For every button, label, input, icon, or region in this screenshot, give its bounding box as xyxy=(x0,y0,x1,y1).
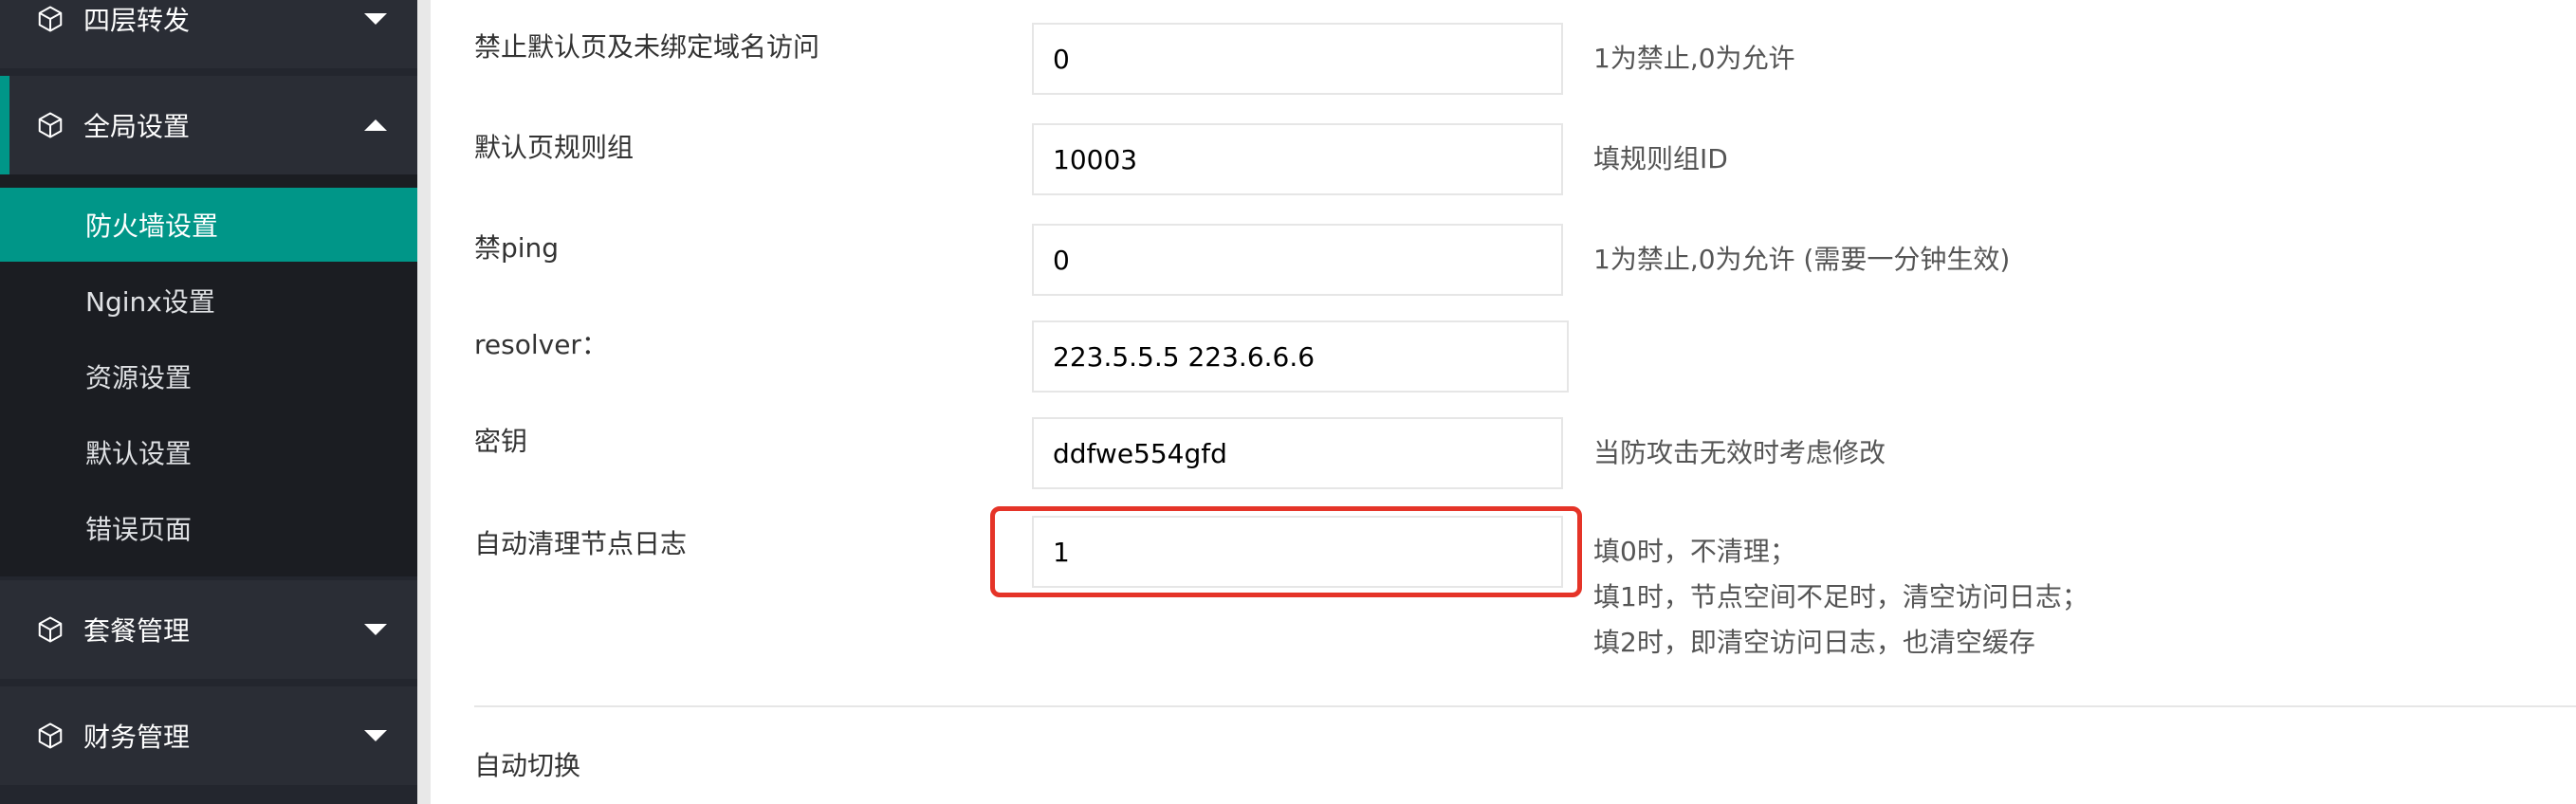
field-label: 自动清理节点日志 xyxy=(474,528,688,559)
sidebar-item-firewall[interactable]: 防火墙设置 xyxy=(0,188,417,262)
sidebar-group-packages[interactable]: 套餐管理 xyxy=(0,580,417,679)
highlight-annotation xyxy=(990,506,1582,597)
layout-gutter xyxy=(417,0,431,804)
sidebar-group-label: 套餐管理 xyxy=(83,615,191,647)
chevron-down-icon xyxy=(364,624,387,635)
sidebar-item-label: 防火墙设置 xyxy=(85,210,219,242)
field-hint-line: 填2时，即清空访问日志，也清空缓存 xyxy=(1593,627,2035,658)
sidebar-group-label: 全局设置 xyxy=(83,111,191,142)
field-hint-line: 填1时，节点空间不足时，清空访问日志； xyxy=(1593,581,2088,612)
sidebar-group-global-settings[interactable]: 全局设置 xyxy=(0,76,417,174)
settings-form: 禁止默认页及未绑定域名访问 1为禁止,0为允许 默认页规则组 填规则组ID 禁p… xyxy=(431,0,2576,804)
chevron-down-icon xyxy=(364,730,387,741)
sidebar-item-label: 资源设置 xyxy=(85,362,193,393)
block-ping-input[interactable] xyxy=(1032,224,1563,296)
sidebar-submenu: 防火墙设置 Nginx设置 资源设置 默认设置 错误页面 xyxy=(0,174,417,576)
active-indicator xyxy=(0,76,9,174)
sidebar-item-label: 错误页面 xyxy=(85,514,193,545)
resolver-input[interactable] xyxy=(1032,320,1569,393)
sidebar-item-defaults[interactable]: 默认设置 xyxy=(0,415,417,489)
field-label: resolver： xyxy=(474,329,608,360)
field-hint: 填规则组ID xyxy=(1593,143,1728,174)
field-hint: 1为禁止,0为允许 (需要一分钟生效) xyxy=(1593,244,2011,275)
secret-key-input[interactable] xyxy=(1032,417,1563,489)
cube-icon xyxy=(38,6,63,32)
field-label: 禁ping xyxy=(474,232,560,264)
default-rule-group-input[interactable] xyxy=(1032,123,1563,195)
section-title: 自动切换 xyxy=(474,750,581,781)
block-default-page-input[interactable] xyxy=(1032,23,1563,95)
field-label: 默认页规则组 xyxy=(474,132,635,163)
sidebar-item-nginx[interactable]: Nginx设置 xyxy=(0,264,417,338)
field-hint-line: 填0时，不清理； xyxy=(1593,536,1796,567)
sidebar-group-l4-forward[interactable]: 四层转发 xyxy=(0,0,417,68)
field-label: 密钥 xyxy=(474,426,528,457)
sidebar-item-resources[interactable]: 资源设置 xyxy=(0,339,417,413)
cube-icon xyxy=(38,112,63,138)
sidebar-item-label: Nginx设置 xyxy=(85,286,215,318)
sidebar-group-label: 财务管理 xyxy=(83,722,191,753)
sidebar-item-label: 默认设置 xyxy=(85,438,193,469)
field-label: 禁止默认页及未绑定域名访问 xyxy=(474,31,820,63)
sidebar-group-finance[interactable]: 财务管理 xyxy=(0,686,417,785)
chevron-down-icon xyxy=(364,13,387,25)
sidebar-group-label: 四层转发 xyxy=(83,5,191,36)
field-hint: 当防攻击无效时考虑修改 xyxy=(1593,437,1886,468)
sidebar: 四层转发 全局设置 防火墙设置 Nginx设置 资源设置 默认设置 错误页面 套… xyxy=(0,0,417,804)
field-hint: 1为禁止,0为允许 xyxy=(1593,43,1795,74)
section-divider xyxy=(474,705,2576,707)
cube-icon xyxy=(38,722,63,749)
chevron-up-icon xyxy=(364,119,387,131)
cube-icon xyxy=(38,616,63,643)
sidebar-item-error-pages[interactable]: 错误页面 xyxy=(0,491,417,565)
